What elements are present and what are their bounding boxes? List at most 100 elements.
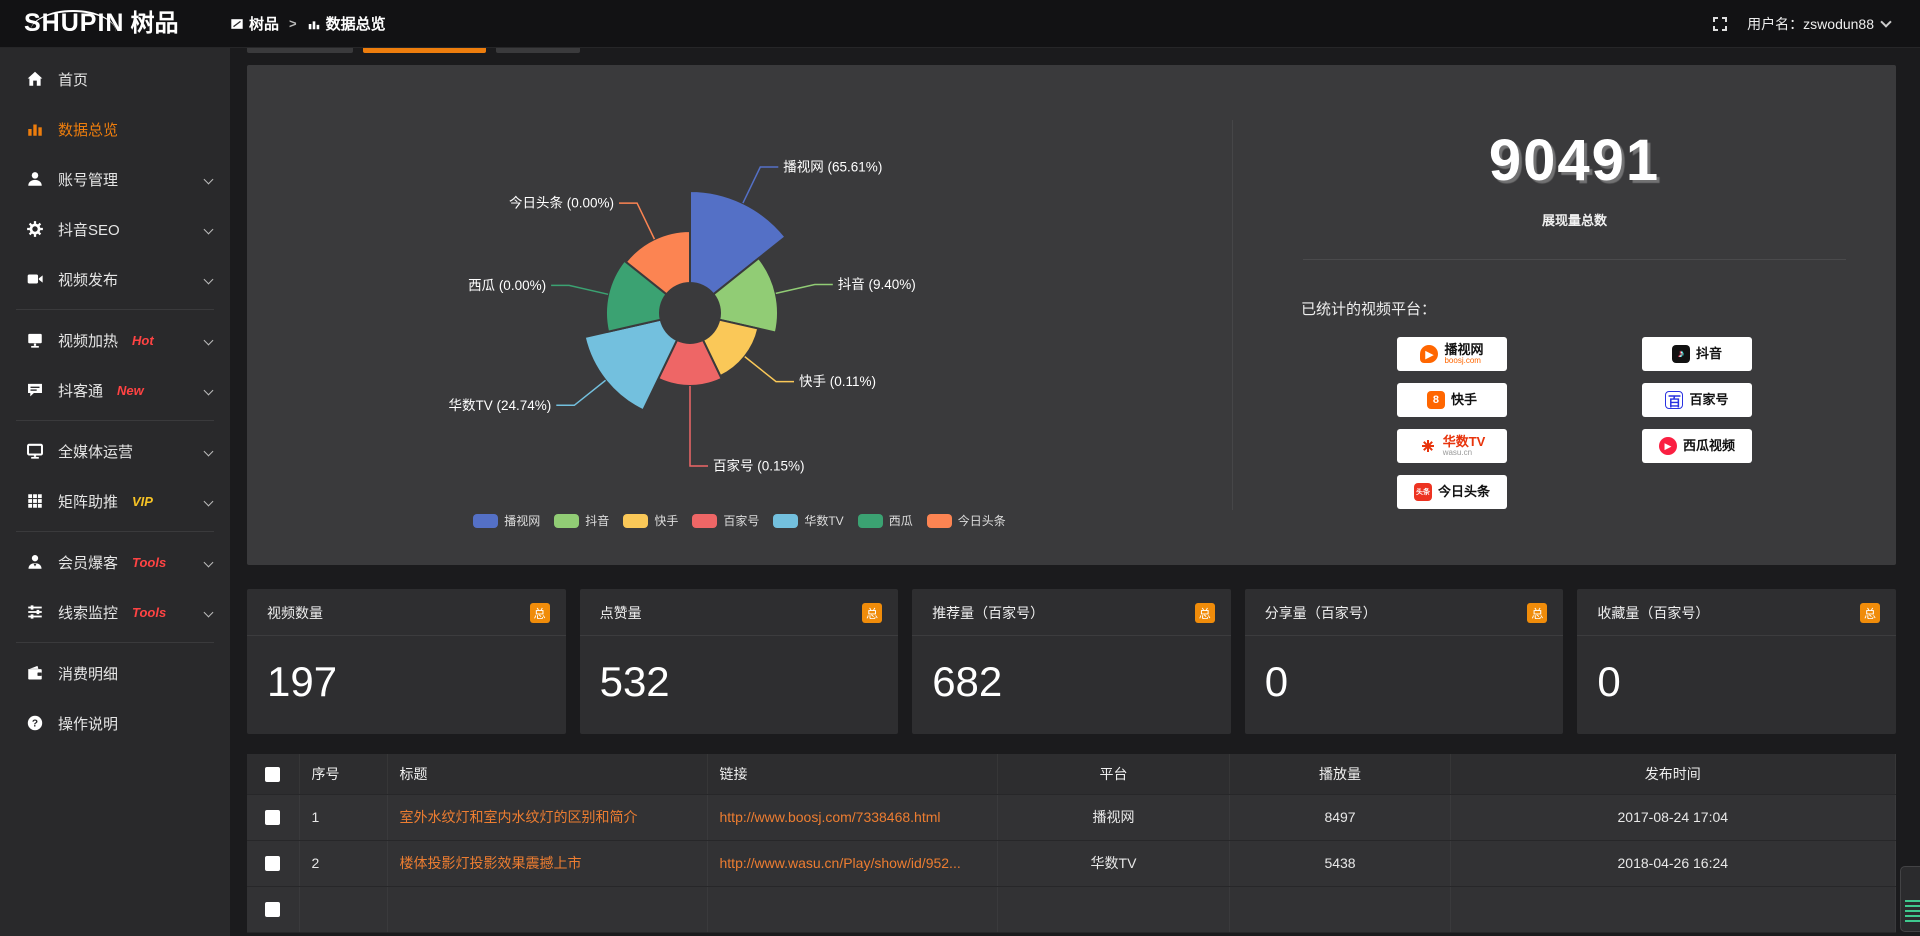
chat-icon [26, 381, 44, 399]
sidebar-item-chart[interactable]: 数据总览 [0, 104, 230, 154]
platform-subtext: boosj.com [1444, 357, 1483, 365]
legend-item-2[interactable]: 快手 [623, 512, 678, 529]
column-header-3: 平台 [997, 754, 1230, 794]
sidebar-item-tag: New [117, 383, 144, 398]
stat-card-0: 视频数量总197 [247, 589, 566, 734]
sidebar-item-screen[interactable]: 视频加热Hot [0, 315, 230, 365]
sidebar-item-label: 消费明细 [58, 663, 118, 684]
legend-item-5[interactable]: 西瓜 [858, 512, 913, 529]
column-header-0: 序号 [299, 754, 387, 794]
stat-card-header: 视频数量总 [247, 589, 566, 636]
sidebar-item-label: 线索监控 [58, 602, 118, 623]
row-checkbox[interactable] [265, 810, 280, 825]
total-badge[interactable]: 总 [862, 603, 882, 623]
floating-service-widget[interactable] [1900, 866, 1920, 932]
app-logo[interactable]: SHUPIN 树品 [0, 11, 230, 36]
wallet-icon [26, 664, 44, 682]
platform-badge-xigua[interactable]: ▶西瓜视频 [1642, 429, 1752, 463]
platform-badge-baijiahao[interactable]: 百百家号 [1642, 383, 1752, 417]
platform-badge-wasu[interactable]: 华数TVwasu.cn [1397, 429, 1507, 463]
platform-badge-toutiao[interactable]: 头条今日头条 [1397, 475, 1507, 509]
legend-swatch [692, 514, 717, 528]
breadcrumb-current[interactable]: 数据总览 [307, 13, 386, 34]
video-title-link[interactable]: 楼体投影灯投影效果震撼上市 [400, 855, 582, 871]
stat-card-3: 分享量（百家号）总0 [1245, 589, 1564, 734]
legend-item-0[interactable]: 播视网 [473, 512, 540, 529]
chevron-down-icon [204, 557, 214, 567]
cell-index: 2 [299, 840, 387, 886]
svg-text:?: ? [32, 718, 38, 729]
total-badge[interactable]: 总 [1195, 603, 1215, 623]
fullscreen-icon[interactable] [1713, 17, 1727, 31]
legend-item-6[interactable]: 今日头条 [927, 512, 1006, 529]
chevron-down-icon [204, 174, 214, 184]
gear-icon [26, 220, 44, 238]
legend-swatch [623, 514, 648, 528]
cell-index: 1 [299, 794, 387, 840]
stat-card-1: 点赞量总532 [580, 589, 899, 734]
sidebar-item-wallet[interactable]: 消费明细 [0, 648, 230, 698]
sidebar-item-member[interactable]: 会员爆客Tools [0, 537, 230, 587]
sidebar-item-chat[interactable]: 抖客通New [0, 365, 230, 415]
grid-icon [26, 492, 44, 510]
legend-item-4[interactable]: 华数TV [773, 512, 843, 529]
select-all-checkbox[interactable] [265, 767, 280, 782]
sidebar-item-grid[interactable]: 矩阵助推VIP [0, 476, 230, 526]
sidebar-item-sliders[interactable]: 线索监控Tools [0, 587, 230, 637]
chevron-down-icon [204, 446, 214, 456]
legend-item-1[interactable]: 抖音 [554, 512, 609, 529]
home-icon [26, 70, 44, 88]
total-badge[interactable]: 总 [1860, 603, 1880, 623]
main-content: 抖音seo数据全媒体运营数据询盘数据 播视网 (65.61%)抖音 (9.40%… [230, 0, 1920, 933]
chevron-down-icon [204, 496, 214, 506]
platforms-label: 已统计的视频平台： [1301, 298, 1856, 319]
sidebar-item-label: 操作说明 [58, 713, 118, 734]
username-display[interactable]: 用户名：zswodun88 [1747, 14, 1890, 34]
platform-name: 华数TV [1443, 435, 1486, 449]
sidebar-item-user[interactable]: 账号管理 [0, 154, 230, 204]
total-badge[interactable]: 总 [1527, 603, 1547, 623]
sidebar-item-home[interactable]: 首页 [0, 54, 230, 104]
stat-cards: 视频数量总197点赞量总532推荐量（百家号）总682分享量（百家号）总0收藏量… [247, 589, 1896, 734]
sidebar-item-label: 数据总览 [58, 119, 118, 140]
legend-label: 今日头条 [958, 512, 1006, 529]
platform-badge-douyin[interactable]: ♪抖音 [1642, 337, 1752, 371]
legend-swatch [858, 514, 883, 528]
video-url-link[interactable]: http://www.wasu.cn/Play/show/id/952... [720, 855, 961, 871]
sidebar-item-gear[interactable]: 抖音SEO [0, 204, 230, 254]
column-header-4: 播放量 [1230, 754, 1450, 794]
sidebar-item-label: 会员爆客 [58, 552, 118, 573]
pie-label-line-4 [556, 380, 605, 405]
sidebar-divider [16, 309, 214, 310]
legend-item-3[interactable]: 百家号 [692, 512, 759, 529]
total-badge[interactable]: 总 [530, 603, 550, 623]
stat-card-value: 682 [912, 636, 1231, 706]
video-title-link[interactable]: 室外水纹灯和室内水纹灯的区别和简介 [400, 809, 638, 825]
platform-badge-boosj[interactable]: ▶播视网boosj.com [1397, 337, 1507, 371]
pie-slice-4[interactable] [585, 320, 677, 411]
pie-label-5: 西瓜 (0.00%) [468, 278, 546, 293]
chevron-down-icon [1880, 16, 1891, 27]
sidebar-item-video[interactable]: 视频发布 [0, 254, 230, 304]
platform-name: 今日头条 [1438, 485, 1490, 499]
row-checkbox[interactable] [265, 902, 280, 917]
monitor-icon [26, 442, 44, 460]
cell-platform: 播视网 [997, 794, 1230, 840]
video-url-link[interactable]: http://www.boosj.com/7338468.html [720, 809, 941, 825]
sidebar-item-help[interactable]: ? 操作说明 [0, 698, 230, 748]
row-checkbox[interactable] [265, 856, 280, 871]
platform-name: 播视网 [1444, 343, 1483, 357]
stat-card-header: 推荐量（百家号） 总 [912, 589, 1231, 636]
sidebar-item-monitor[interactable]: 全媒体运营 [0, 426, 230, 476]
help-icon: ? [26, 714, 44, 732]
chevron-down-icon [204, 274, 214, 284]
board-icon [230, 17, 244, 31]
stat-card-value: 0 [1245, 636, 1564, 706]
platform-badge-kuaishou[interactable]: 8快手 [1397, 383, 1507, 417]
breadcrumb-home[interactable]: 树品 [230, 13, 279, 34]
table-row-partial [247, 886, 1896, 932]
stat-card-label: 推荐量（百家号） [932, 603, 1044, 623]
summary-panel: 90491 展现量总数 已统计的视频平台： ▶播视网boosj.com♪抖音8快… [1233, 65, 1896, 565]
sidebar-divider [16, 531, 214, 532]
pie-label-line-0 [743, 167, 778, 203]
